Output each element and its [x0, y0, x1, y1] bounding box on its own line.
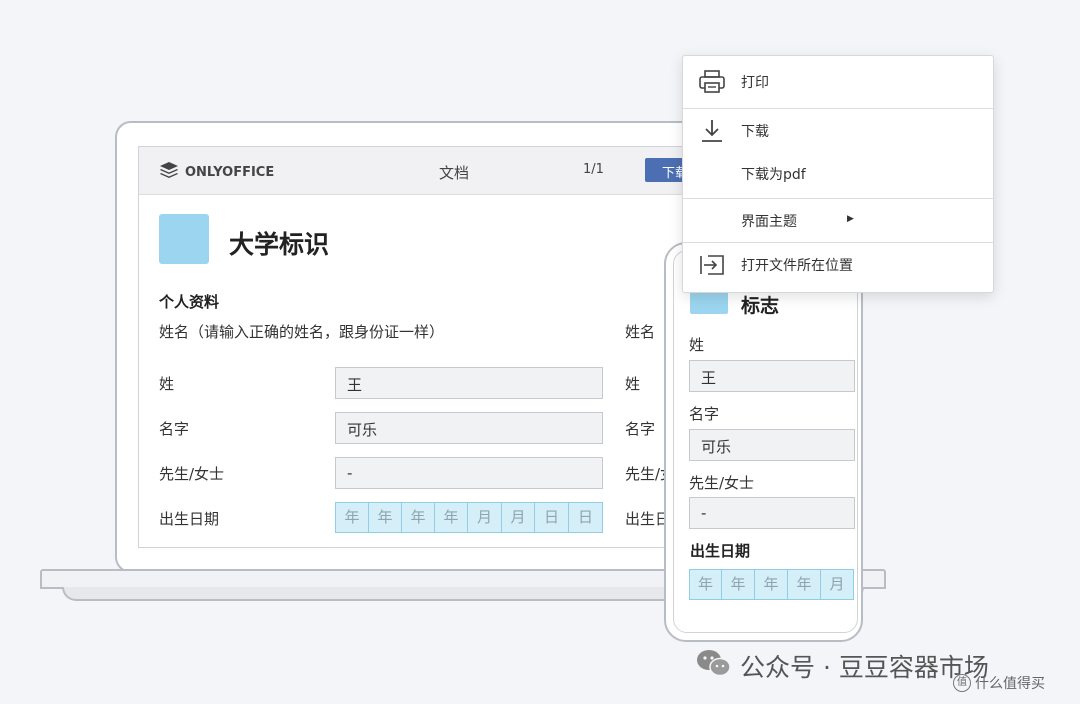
date-cell[interactable]: 月 [502, 502, 535, 533]
date-cell[interactable]: 年 [788, 569, 821, 600]
site-watermark: 值 什么值得买 [953, 673, 1045, 693]
watermark-text: 公众号 · 豆豆容器市场 [740, 653, 989, 682]
date-cell[interactable]: 年 [335, 502, 369, 533]
date-cell[interactable]: 年 [689, 569, 722, 600]
wechat-icon [696, 648, 732, 684]
surname-label: 姓 [159, 375, 175, 393]
date-cell[interactable]: 年 [369, 502, 402, 533]
menu-item-interface-theme[interactable]: 界面主题 ▶ [683, 201, 993, 241]
site-text: 什么值得买 [975, 676, 1045, 692]
menu-item-print[interactable]: 打印 [683, 62, 993, 102]
date-cell[interactable]: 日 [535, 502, 569, 533]
name-hint: 姓名（请输入正确的姓名，跟身份证一样） [159, 323, 445, 341]
editor-toolbar: ONLYOFFICE 文档 1/1 下载 [139, 147, 757, 195]
given-name-field[interactable]: 可乐 [335, 412, 603, 444]
printer-icon [697, 68, 727, 96]
date-cell[interactable]: 年 [435, 502, 468, 533]
zhi-badge-icon: 值 [953, 674, 971, 692]
phone-birthdate-field[interactable]: 年 年 年 年 月 [689, 569, 854, 600]
menu-item-label: 打印 [741, 75, 769, 91]
phone-title-field[interactable]: - [689, 497, 855, 529]
phone-surname-label: 姓 [689, 336, 705, 354]
menu-item-download[interactable]: 下载 [683, 111, 993, 151]
menu-divider [683, 242, 993, 243]
date-cell[interactable]: 月 [821, 569, 854, 600]
file-context-menu: 打印 下载 下载为pdf 界面主题 ▶ 打开文件所在位置 [682, 55, 994, 293]
menu-item-open-file-location[interactable]: 打开文件所在位置 [683, 245, 993, 285]
download-icon [697, 117, 727, 145]
birthdate-label: 出生日期 [159, 510, 220, 528]
date-cell[interactable]: 日 [569, 502, 603, 533]
menu-divider [683, 198, 993, 199]
phone-surname-field[interactable]: 王 [689, 360, 855, 392]
menu-item-label: 下载 [741, 124, 769, 140]
given-name-label: 名字 [159, 420, 190, 438]
phone-given-name-field[interactable]: 可乐 [689, 429, 855, 461]
form-title: 大学标识 [229, 230, 330, 259]
submenu-arrow-icon: ▶ [847, 214, 854, 224]
menu-item-label: 打开文件所在位置 [741, 258, 853, 274]
menu-item-download-pdf[interactable]: 下载为pdf [683, 154, 993, 194]
onlyoffice-logo: ONLYOFFICE [159, 161, 274, 183]
mobile-editor-window: 标志 姓 王 名字 可乐 先生/女士 - 出生日期 年 年 年 年 月 [673, 250, 858, 633]
date-cell[interactable]: 年 [722, 569, 755, 600]
phone-birthdate-label: 出生日期 [690, 542, 751, 560]
menu-item-label: 下载为pdf [741, 167, 806, 183]
section-title: 个人资料 [159, 293, 220, 311]
right-surname-label: 姓 [625, 375, 641, 393]
right-given-name-label: 名字 [625, 420, 656, 438]
document-title: 文档 [439, 164, 470, 182]
menu-divider [683, 108, 993, 109]
title-label: 先生/女士 [159, 465, 225, 483]
phone-given-name-label: 名字 [689, 405, 720, 423]
phone-form-title: 标志 [741, 295, 780, 317]
open-location-icon [697, 251, 727, 279]
date-cell[interactable]: 年 [755, 569, 788, 600]
wechat-watermark: 公众号 · 豆豆容器市场 [696, 648, 989, 684]
right-name-label: 姓名 [625, 323, 656, 341]
title-field[interactable]: - [335, 457, 603, 489]
date-cell[interactable]: 月 [468, 502, 502, 533]
university-logo-placeholder [159, 214, 209, 264]
birthdate-field[interactable]: 年 年 年 年 月 月 日 日 [335, 502, 603, 533]
surname-field[interactable]: 王 [335, 367, 603, 399]
page-counter: 1/1 [583, 162, 604, 177]
date-cell[interactable]: 年 [402, 502, 435, 533]
logo-text: ONLYOFFICE [185, 164, 275, 180]
menu-item-label: 界面主题 [741, 214, 797, 230]
layers-icon [159, 161, 179, 183]
phone-title-label: 先生/女士 [689, 474, 755, 492]
